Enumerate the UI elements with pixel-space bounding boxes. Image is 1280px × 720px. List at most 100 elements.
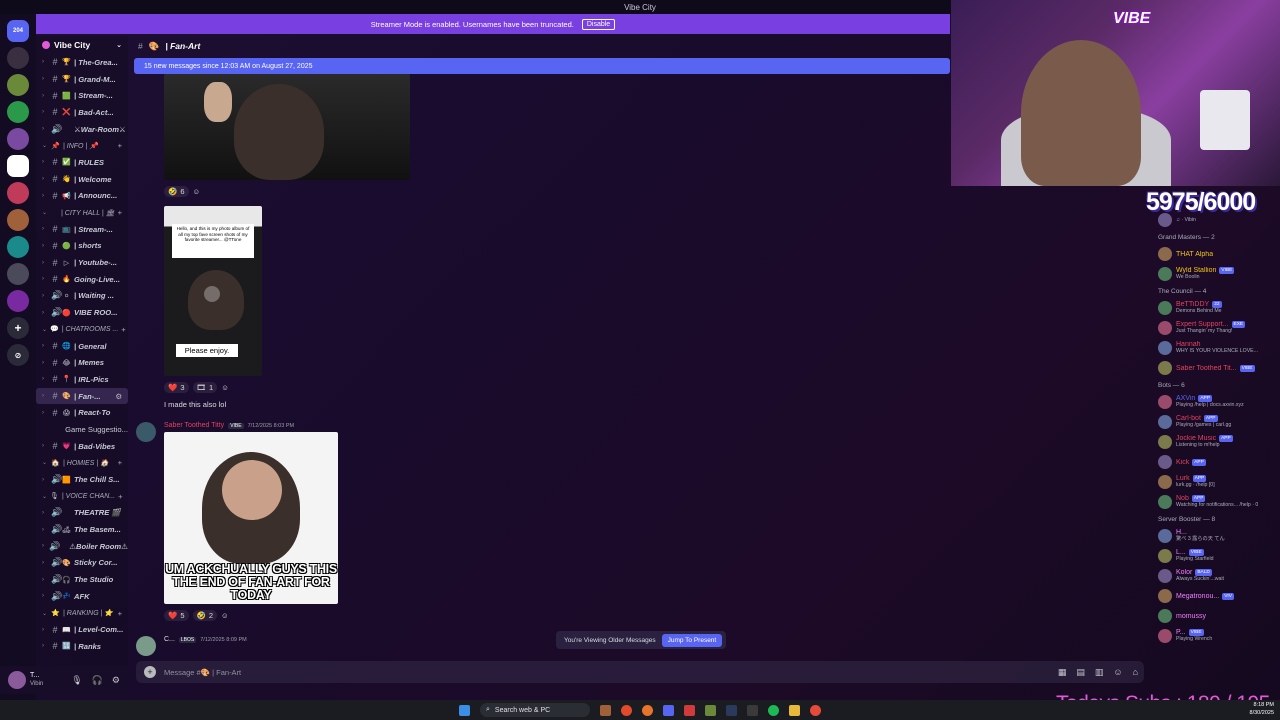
reaction-button[interactable]: 🤣 2 — [192, 610, 218, 621]
member-item[interactable]: Wyld Stallion VIBE We Boolin — [1154, 264, 1280, 284]
sidebar-item-channel[interactable]: › # ❌ | Bad-Act... — [36, 104, 128, 121]
channel-category[interactable]: ⌄ 📌 | INFO | 📌 + — [36, 137, 128, 154]
app-icon[interactable] — [684, 704, 695, 716]
sidebar-item-channel[interactable]: › 🔊 🟧 The Chill S... — [36, 471, 128, 488]
sidebar-item-channel[interactable]: › # 📍 | IRL-Pics — [36, 371, 128, 388]
sidebar-item-channel[interactable]: › # 🌐 | General — [36, 338, 128, 355]
add-channel-icon[interactable]: + — [121, 325, 125, 334]
sidebar-item-channel[interactable]: › 🔊 ⚪ | Waiting ... — [36, 288, 128, 305]
sidebar-item-channel[interactable]: › # 📖 | Level-Com... — [36, 621, 128, 638]
firefox-icon[interactable] — [642, 704, 653, 716]
reaction-button[interactable]: ❤️ 3 — [164, 382, 189, 393]
add-server-icon[interactable]: + — [7, 317, 29, 339]
microphone-icon[interactable]: 🎙 — [71, 675, 82, 686]
sticker-icon[interactable]: ▥ — [1095, 667, 1104, 678]
server-icon[interactable] — [7, 263, 29, 285]
sidebar-item-channel[interactable]: › 🔊 ⚔War-Room⚔ — [36, 121, 128, 138]
member-item[interactable]: Carl-bot APP Playing /games | carl.gg — [1154, 412, 1280, 432]
windows-start-icon[interactable] — [459, 704, 470, 716]
sidebar-item-channel[interactable]: Game Suggestio... — [36, 421, 128, 438]
sidebar-item-channel[interactable]: › # 😂 | Memes — [36, 354, 128, 371]
avatar[interactable] — [8, 671, 26, 689]
add-reaction-icon[interactable]: ☺ — [221, 383, 229, 392]
member-item[interactable]: Hannah WHY IS YOUR VIOLENCE LOVE... — [1154, 338, 1280, 358]
sidebar-item-channel[interactable]: › # 🟢 | shorts — [36, 238, 128, 255]
sidebar-item-channel[interactable]: › # ✅ | RULES — [36, 154, 128, 171]
member-item[interactable]: THAT Alpha — [1154, 244, 1280, 264]
spotify-icon[interactable] — [768, 704, 779, 716]
sidebar-item-channel[interactable]: › 🔊 💤 AFK — [36, 588, 128, 605]
member-item[interactable]: Nob APP Watching for notifications... /hel… — [1154, 492, 1280, 512]
add-reaction-icon[interactable]: ☺ — [221, 611, 229, 620]
gif-icon[interactable]: ▤ — [1076, 667, 1085, 678]
play-icon[interactable] — [204, 286, 220, 302]
author-name[interactable]: C... — [164, 636, 175, 643]
sidebar-item-channel[interactable]: › 🔊 🎨 Sticky Cor... — [36, 555, 128, 572]
sidebar-item-channel[interactable]: › # 🎨 | Fan-... ⚙ — [36, 387, 128, 405]
sidebar-item-channel[interactable]: › # 😱 | React-To — [36, 404, 128, 421]
sidebar-item-channel[interactable]: › 🔊 🔴 VIBE ROO... — [36, 304, 128, 321]
message-input[interactable]: Message #🎨 | Fan-Art — [164, 668, 241, 677]
channel-category[interactable]: ⌄ 💬 | CHATROOMS ... + — [36, 321, 128, 338]
member-item[interactable]: ♫ · Vibin — [1154, 210, 1280, 230]
channel-category[interactable]: ⌄ 🏠 | HOMIES | 🏠 + — [36, 455, 128, 472]
add-attachment-icon[interactable]: + — [144, 666, 156, 678]
home-button[interactable]: 204 — [7, 20, 29, 42]
add-channel-icon[interactable]: + — [118, 208, 122, 217]
headphones-icon[interactable]: 🎧 — [92, 675, 103, 686]
disable-button[interactable]: Disable — [581, 18, 616, 30]
sidebar-item-channel[interactable]: › # 💗 | Bad-Vibes — [36, 438, 128, 455]
sidebar-item-channel[interactable]: › 🔊 ⚠Boiler Room⚠ — [36, 538, 128, 555]
gear-icon[interactable]: ⚙ — [115, 392, 122, 401]
jump-to-present-button[interactable]: Jump To Present — [661, 633, 723, 647]
author-name[interactable]: Saber Toothed Titty — [164, 422, 224, 429]
app-icon[interactable] — [810, 704, 821, 716]
reaction-button[interactable]: ❤️ 5 — [164, 610, 189, 621]
member-item[interactable]: Kick APP — [1154, 452, 1280, 472]
reaction-button[interactable]: 🎞 1 — [192, 382, 218, 393]
sidebar-item-channel[interactable]: › # 📢 | Announc... — [36, 188, 128, 205]
sidebar-item-channel[interactable]: › 🔊 🛋 The Basem... — [36, 521, 128, 538]
add-channel-icon[interactable]: + — [118, 609, 122, 618]
app-icon[interactable] — [705, 704, 716, 716]
sidebar-item-channel[interactable]: › # 👋 | Welcome — [36, 171, 128, 188]
server-icon[interactable] — [7, 101, 29, 123]
new-messages-bar[interactable]: 15 new messages since 12:03 AM on August… — [134, 58, 950, 74]
channel-category[interactable]: ⌄ 🎙 | VOICE CHAN... + — [36, 488, 128, 505]
server-icon[interactable] — [7, 209, 29, 231]
member-item[interactable]: Expert Support... EXE Just Thangin' my Tha… — [1154, 318, 1280, 338]
discord-icon[interactable] — [663, 704, 674, 716]
server-icon[interactable] — [7, 155, 29, 177]
gear-icon[interactable]: ⚙ — [112, 675, 120, 686]
member-item[interactable]: BeTTiDDY 22 Demons Behind Me — [1154, 298, 1280, 318]
member-item[interactable]: Saber Toothed Tit... VIBE — [1154, 358, 1280, 378]
server-icon[interactable] — [7, 74, 29, 96]
server-icon[interactable] — [7, 47, 29, 69]
reaction-button[interactable]: 🤣 6 — [164, 186, 189, 197]
channel-category[interactable]: ⌄ ⭐ | RANKING | ⭐ + — [36, 605, 128, 622]
emoji-icon[interactable]: ☺ — [1113, 667, 1122, 678]
chrome-icon[interactable] — [621, 704, 632, 716]
sidebar-item-channel[interactable]: › 🔊 THEATRE 🎬 — [36, 505, 128, 522]
message-composer[interactable]: + Message #🎨 | Fan-Art ▦ ▤ ▥ ☺ ⌂ — [136, 661, 1144, 683]
discover-icon[interactable]: ⊘ — [7, 344, 29, 366]
member-item[interactable]: Lurk APP lurk.gg · /help [0] — [1154, 472, 1280, 492]
server-icon[interactable] — [7, 182, 29, 204]
sidebar-item-channel[interactable]: › # 🔢 | Ranks — [36, 638, 128, 655]
sidebar-item-channel[interactable]: › # ▷ | Youtube-... — [36, 254, 128, 271]
server-icon[interactable] — [7, 236, 29, 258]
server-icon[interactable] — [7, 128, 29, 150]
channel-category[interactable]: ⌄ | CITY HALL | 🏛 + — [36, 204, 128, 221]
apps-icon[interactable]: ⌂ — [1133, 667, 1138, 678]
sidebar-item-channel[interactable]: › # 🔥 Going-Live... — [36, 271, 128, 288]
member-item[interactable]: L... VIBE Playing Starfield — [1154, 546, 1280, 566]
server-icon[interactable] — [7, 290, 29, 312]
member-item[interactable]: P... VIBE Playing Wrench — [1154, 626, 1280, 646]
gift-icon[interactable]: ▦ — [1058, 667, 1067, 678]
add-channel-icon[interactable]: + — [118, 492, 122, 501]
member-item[interactable]: AXVin APP Playing /help | docs.axvin.xyz — [1154, 392, 1280, 412]
add-channel-icon[interactable]: + — [118, 141, 122, 150]
sidebar-item-channel[interactable]: › # 🟩 | Stream-... — [36, 87, 128, 104]
avatar[interactable] — [136, 422, 156, 442]
taskbar-search[interactable]: ⌕ Search web & PC — [480, 703, 590, 717]
